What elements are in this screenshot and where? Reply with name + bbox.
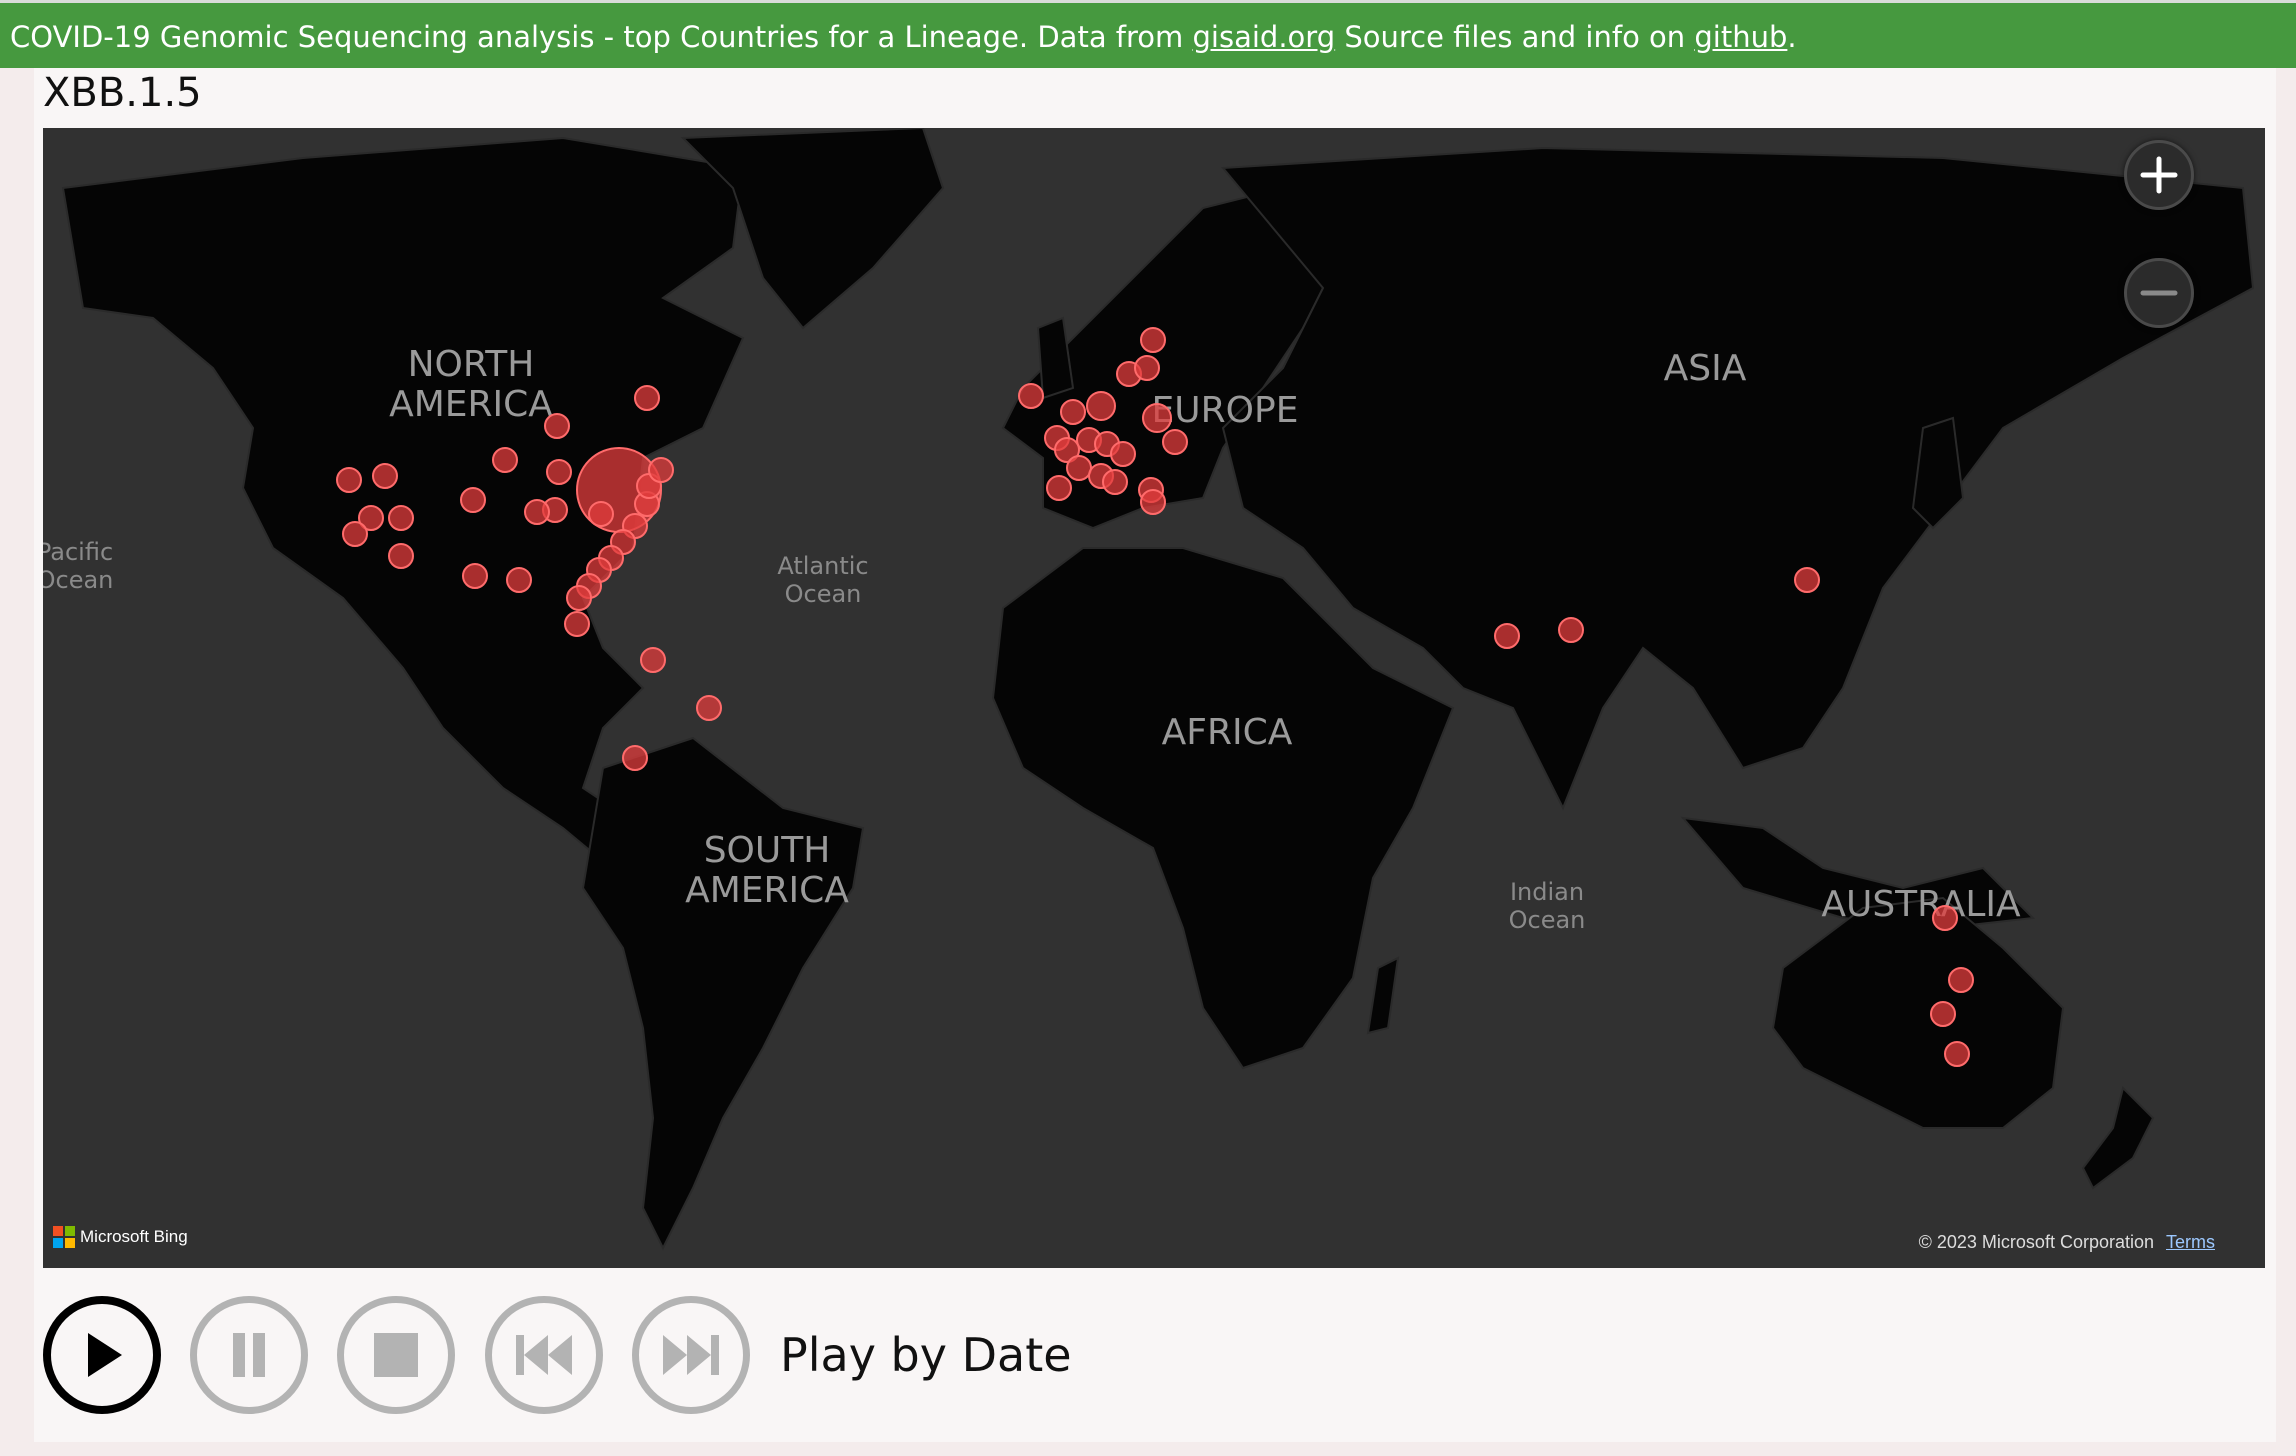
label-north-america-1: NORTH (408, 344, 535, 385)
map-copyright: © 2023 Microsoft Corporation Terms (1919, 1232, 2215, 1253)
skip-back-button[interactable] (485, 1296, 603, 1414)
bubble[interactable] (566, 585, 592, 611)
bubble[interactable] (1932, 905, 1958, 931)
label-atlantic-1: Atlantic (777, 552, 868, 580)
zoom-in-button[interactable] (2124, 140, 2194, 210)
bubble[interactable] (1102, 469, 1128, 495)
world-map[interactable]: NORTH AMERICA SOUTH AMERICA EUROPE AFRIC… (43, 128, 2265, 1268)
landmass-uk (1036, 316, 1075, 400)
zoom-out-button[interactable] (2124, 258, 2194, 328)
bing-attribution: Microsoft Bing (53, 1226, 188, 1248)
header-text-end: . (1787, 20, 1797, 54)
bubble[interactable] (460, 487, 486, 513)
skip-back-icon (516, 1335, 572, 1375)
bubble[interactable] (1558, 617, 1584, 643)
landmass-south-america (581, 736, 865, 1251)
bubble[interactable] (1060, 399, 1086, 425)
label-australia: AUSTRALIA (1821, 884, 2021, 925)
bubble[interactable] (462, 563, 488, 589)
bubble[interactable] (622, 745, 648, 771)
skip-forward-button[interactable] (632, 1296, 750, 1414)
landmass-australia (1771, 896, 2065, 1129)
bubble[interactable] (546, 459, 572, 485)
landmass-new-zealand (2081, 1086, 2155, 1190)
label-indian-1: Indian (1510, 878, 1584, 906)
bubble[interactable] (1930, 1001, 1956, 1027)
label-indian-2: Ocean (1509, 906, 1586, 934)
label-pacific-1: Pacific (43, 538, 113, 566)
label-north-america-2: AMERICA (389, 384, 553, 425)
bubble[interactable] (1134, 355, 1160, 381)
play-by-date-label: Play by Date (780, 1328, 1072, 1382)
bubble[interactable] (588, 501, 614, 527)
attribution-text: Microsoft Bing (80, 1227, 188, 1246)
bubble[interactable] (1944, 1041, 1970, 1067)
minus-icon (2140, 290, 2178, 296)
stop-button[interactable] (337, 1296, 455, 1414)
bubble[interactable] (544, 413, 570, 439)
header-text: COVID-19 Genomic Sequencing analysis - t… (10, 20, 1193, 54)
bubble[interactable] (1086, 391, 1116, 421)
bubble[interactable] (492, 447, 518, 473)
terms-link[interactable]: Terms (2166, 1232, 2215, 1252)
label-europe: EUROPE (1152, 390, 1299, 431)
play-icon (88, 1333, 122, 1377)
label-atlantic-2: Ocean (785, 580, 862, 608)
bubble[interactable] (1140, 327, 1166, 353)
label-south-america-1: SOUTH (704, 830, 831, 871)
bubble[interactable] (342, 521, 368, 547)
stop-icon (374, 1333, 418, 1377)
bubble[interactable] (388, 543, 414, 569)
bubble[interactable] (372, 463, 398, 489)
bubble[interactable] (506, 567, 532, 593)
gisaid-link[interactable]: gisaid.org (1193, 20, 1336, 54)
bubble[interactable] (1948, 967, 1974, 993)
bubble[interactable] (1494, 623, 1520, 649)
label-asia: ASIA (1664, 348, 1747, 389)
bubble[interactable] (1066, 455, 1092, 481)
bubble[interactable] (634, 385, 660, 411)
bubble[interactable] (1046, 475, 1072, 501)
bubble[interactable] (564, 611, 590, 637)
header-banner: COVID-19 Genomic Sequencing analysis - t… (0, 0, 2296, 68)
pause-icon (233, 1333, 265, 1377)
play-button[interactable] (43, 1296, 161, 1414)
bubble[interactable] (1142, 403, 1172, 433)
bubble[interactable] (1162, 429, 1188, 455)
land-masses (61, 128, 2255, 1251)
bubble[interactable] (640, 647, 666, 673)
microsoft-logo-icon (53, 1226, 75, 1248)
label-south-america-2: AMERICA (685, 870, 849, 911)
label-pacific-2: Ocean (43, 566, 113, 594)
skip-forward-icon (663, 1335, 719, 1375)
bubble[interactable] (648, 457, 674, 483)
bubble[interactable] (1018, 383, 1044, 409)
landmass-madagascar (1366, 956, 1400, 1035)
bubble[interactable] (388, 505, 414, 531)
bubble[interactable] (1110, 441, 1136, 467)
copyright-text: © 2023 Microsoft Corporation (1918, 1232, 2154, 1252)
map-view[interactable]: NORTH AMERICA SOUTH AMERICA EUROPE AFRIC… (43, 128, 2265, 1268)
bubble[interactable] (696, 695, 722, 721)
plus-icon (2140, 156, 2178, 194)
bubble[interactable] (1140, 489, 1166, 515)
bubble[interactable] (336, 467, 362, 493)
pause-button[interactable] (190, 1296, 308, 1414)
header-text-middle: Source files and info on (1335, 20, 1695, 54)
label-africa: AFRICA (1162, 712, 1293, 753)
lineage-title: XBB.1.5 (43, 70, 202, 116)
github-link[interactable]: github (1694, 20, 1787, 54)
bubble[interactable] (1794, 567, 1820, 593)
bubble[interactable] (524, 499, 550, 525)
